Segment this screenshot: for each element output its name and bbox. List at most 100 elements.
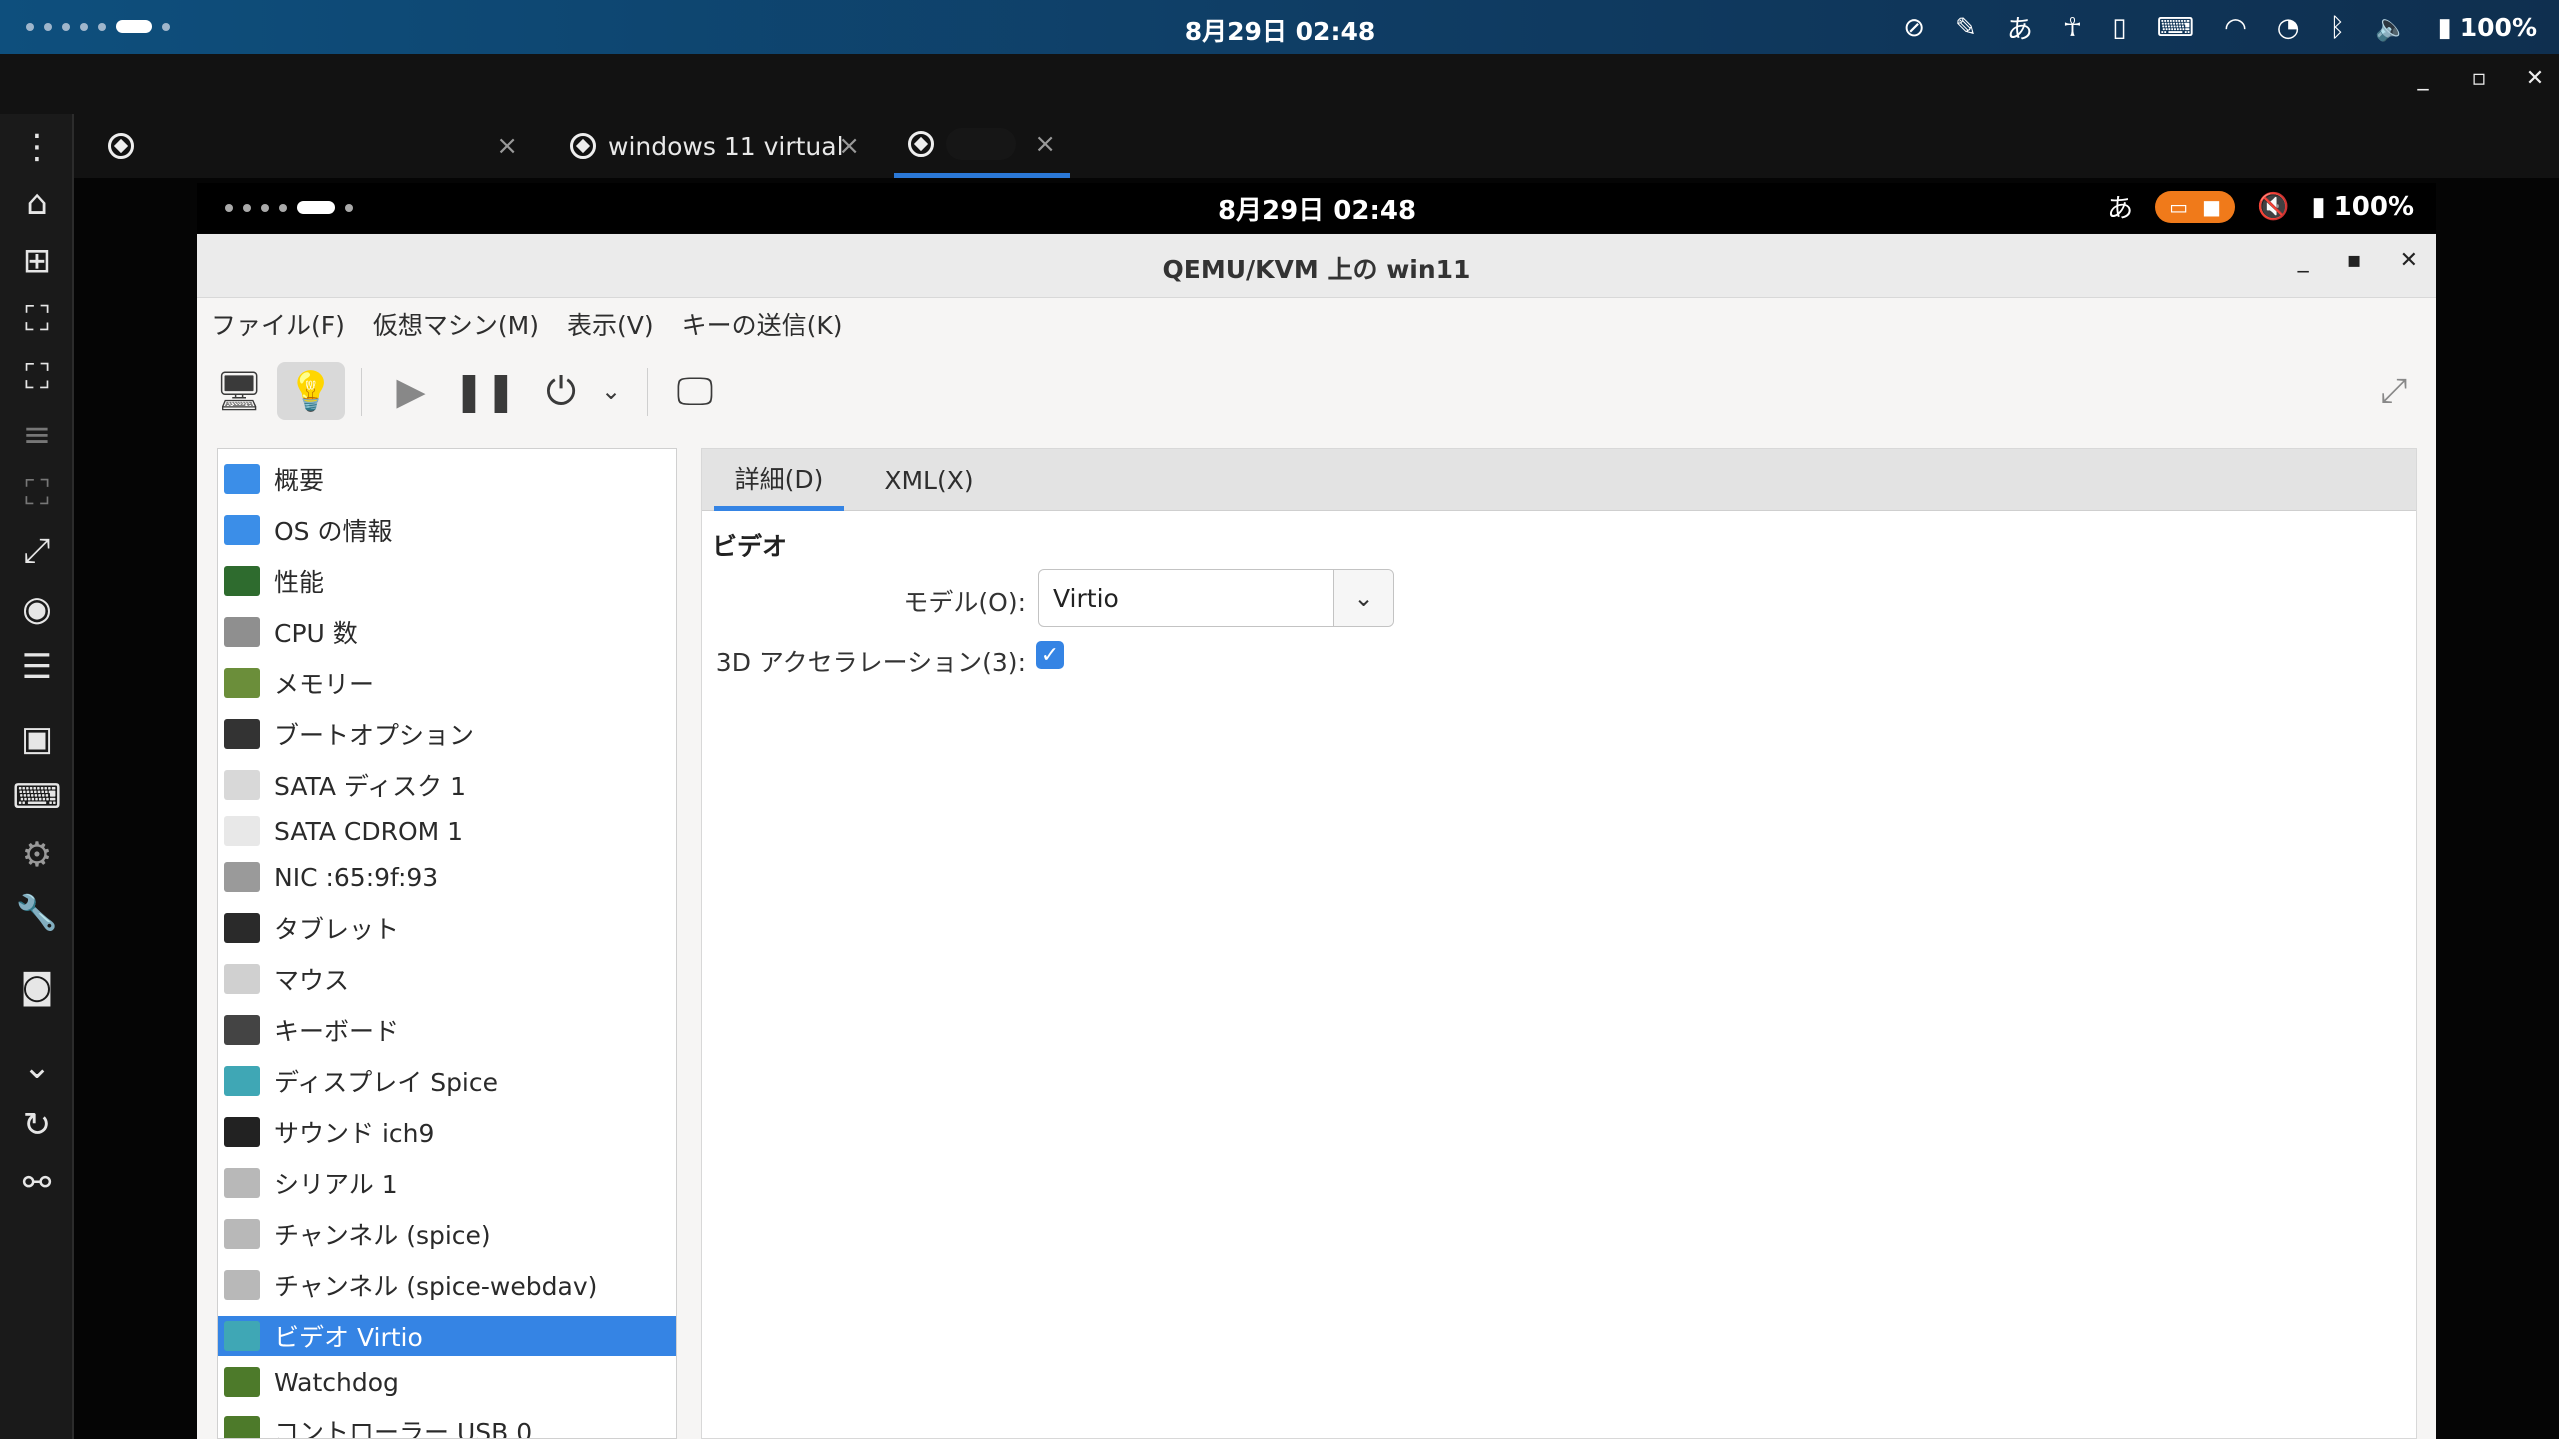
3d-acceleration-checkbox[interactable]: ✓	[1036, 641, 1064, 669]
tab-3-active[interactable]: ×	[894, 114, 1070, 178]
hardware-list-item[interactable]: SATA CDROM 1	[218, 811, 676, 851]
hardware-list-item-label: シリアル 1	[274, 1170, 398, 1199]
hardware-list-item[interactable]: メモリー	[218, 663, 676, 703]
hardware-list-item[interactable]: コントローラー USB 0	[218, 1411, 676, 1438]
toolbar-separator	[647, 368, 648, 416]
hardware-list-item[interactable]: シリアル 1	[218, 1163, 676, 1203]
ime-icon[interactable]: あ	[2007, 9, 2033, 46]
battery-icon[interactable]: ▮	[2311, 192, 2325, 222]
keyboard-icon[interactable]: ⌨	[12, 772, 62, 822]
ime-icon[interactable]: あ	[2107, 188, 2133, 225]
app-minimize-button[interactable]: _	[2413, 66, 2433, 91]
power-icon[interactable]: ⏻	[527, 362, 595, 420]
wifi-icon[interactable]: ◔	[2277, 13, 2300, 43]
hardware-list-item[interactable]: Watchdog	[218, 1362, 676, 1402]
tab-close-button[interactable]: ×	[1034, 129, 1056, 159]
menu-icon[interactable]: ≡	[12, 410, 62, 460]
workspace-dot	[26, 22, 34, 31]
settings-icon[interactable]: ⚙	[12, 830, 62, 880]
console-icon[interactable]: 🖥	[205, 362, 273, 420]
hardware-list-item[interactable]: SATA ディスク 1	[218, 765, 676, 805]
workspace-indicator[interactable]	[26, 20, 170, 33]
device-icon	[224, 1168, 260, 1198]
chevron-down-icon[interactable]: ⌄	[12, 1042, 62, 1092]
battery-icon[interactable]: ▮	[2437, 13, 2451, 43]
menu-view[interactable]: 表示(V)	[567, 306, 654, 342]
tab-close-button[interactable]: ×	[496, 131, 518, 161]
hardware-list-item[interactable]: ディスプレイ Spice	[218, 1061, 676, 1101]
tab-details[interactable]: 詳細(D)	[714, 449, 844, 511]
resize-icon[interactable]: ⛶	[12, 468, 62, 518]
wrench-icon[interactable]: 🔧	[12, 888, 62, 938]
guest-clock[interactable]: 8月29日 02:48	[1137, 190, 1497, 227]
hardware-list-item[interactable]: ブートオプション	[218, 714, 676, 754]
app-maximize-button[interactable]: ▫	[2469, 66, 2489, 91]
hardware-list-item-label: SATA ディスク 1	[274, 772, 466, 801]
home-icon[interactable]: ⌂	[12, 178, 62, 228]
hardware-list-item[interactable]: CPU 数	[218, 612, 676, 652]
device-icon	[224, 1321, 260, 1351]
guest-tray: あ ▭ ■ 🔇 ▮ 100%	[2107, 188, 2414, 225]
hardware-list-item[interactable]: タブレット	[218, 908, 676, 948]
chevron-down-icon[interactable]: ⌄	[1333, 570, 1393, 626]
menu-send-key[interactable]: キーの送信(K)	[682, 306, 843, 342]
section-title: ビデオ	[712, 532, 788, 561]
hardware-list-item[interactable]: サウンド ich9	[218, 1112, 676, 1152]
tab-1[interactable]: ×	[108, 114, 518, 178]
menu-vm[interactable]: 仮想マシン(M)	[373, 306, 539, 342]
maximize-button[interactable]: ▪	[2347, 248, 2362, 273]
hardware-list-item-label: ブートオプション	[274, 721, 475, 750]
refresh-icon[interactable]: ↻	[12, 1100, 62, 1150]
disconnect-icon[interactable]: ⚯	[12, 1158, 62, 1208]
hardware-list-item-label: SATA CDROM 1	[274, 816, 464, 846]
scale-icon[interactable]: ⤢	[12, 526, 62, 576]
guest-workspace-indicator[interactable]	[225, 201, 353, 214]
host-clock[interactable]: 8月29日 02:48	[1100, 12, 1460, 48]
bluetooth-icon[interactable]: ᛒ	[2329, 13, 2345, 43]
fullscreen-icon[interactable]: ⛶	[12, 352, 62, 402]
app-close-button[interactable]: ✕	[2525, 66, 2545, 91]
details-pane: 詳細(D) XML(X) ビデオ モデル(O): Virtio ⌄ 3D アクセ…	[701, 448, 2417, 1439]
hardware-list-item[interactable]: チャンネル (spice)	[218, 1214, 676, 1254]
hardware-list-item[interactable]: 性能	[218, 561, 676, 601]
screenshot-icon[interactable]: 🖵	[661, 362, 729, 420]
model-select[interactable]: Virtio ⌄	[1038, 569, 1394, 627]
hardware-list-item[interactable]: ビデオ Virtio	[218, 1316, 676, 1356]
eye-icon[interactable]: ◉	[12, 584, 62, 634]
tab-close-button[interactable]: ×	[838, 131, 860, 161]
pause-icon[interactable]: ❚❚	[451, 362, 519, 420]
tab-label	[946, 127, 1016, 160]
hardware-list-item[interactable]: マウス	[218, 959, 676, 999]
menu-file[interactable]: ファイル(F)	[211, 306, 345, 342]
menu-bar: ファイル(F) 仮想マシン(M) 表示(V) キーの送信(K)	[197, 298, 2436, 350]
add-icon[interactable]: ⊞	[12, 236, 62, 286]
dropdown-icon[interactable]: ⌄	[591, 362, 631, 420]
hardware-list-item[interactable]: OS の情報	[218, 510, 676, 550]
host-battery-percent: 100%	[2459, 13, 2537, 42]
fullscreen-icon[interactable]: ⤢	[2360, 362, 2428, 420]
hardware-list-item-label: NIC :65:9f:93	[274, 862, 439, 892]
window-titlebar[interactable]: QEMU/KVM 上の win11 _ ▪ ✕	[197, 234, 2436, 298]
tab-windows-11-virtual[interactable]: windows 11 virtual ×	[570, 114, 860, 178]
more-icon[interactable]: ⋮	[12, 122, 62, 172]
hardware-list-item[interactable]: 概要	[218, 459, 676, 499]
hardware-list-item[interactable]: キーボード	[218, 1010, 676, 1050]
window-icon[interactable]: ▣	[12, 714, 62, 764]
hardware-list-item-label: CPU 数	[274, 619, 358, 648]
close-button[interactable]: ✕	[2400, 248, 2418, 273]
list-icon[interactable]: ☰	[12, 642, 62, 692]
fit-icon[interactable]: ⛶	[12, 294, 62, 344]
camera-icon[interactable]: ◙	[12, 962, 62, 1012]
screen-cast-indicator[interactable]: ▭ ■	[2155, 190, 2235, 223]
play-icon[interactable]: ▶	[377, 362, 445, 420]
accessibility-icon[interactable]: ☥	[2063, 13, 2082, 43]
volume-icon[interactable]: 🔈	[2375, 13, 2407, 43]
pen-icon[interactable]: ✎	[1955, 13, 1977, 43]
minimize-button[interactable]: _	[2298, 248, 2309, 273]
tab-xml[interactable]: XML(X)	[864, 449, 994, 511]
mute-icon[interactable]: 🔇	[2257, 192, 2289, 222]
info-icon[interactable]: 💡	[277, 362, 345, 420]
sync-off-icon[interactable]: ⊘	[1903, 13, 1925, 43]
hardware-list-item[interactable]: チャンネル (spice-webdav)	[218, 1265, 676, 1305]
hardware-list-item[interactable]: NIC :65:9f:93	[218, 857, 676, 897]
